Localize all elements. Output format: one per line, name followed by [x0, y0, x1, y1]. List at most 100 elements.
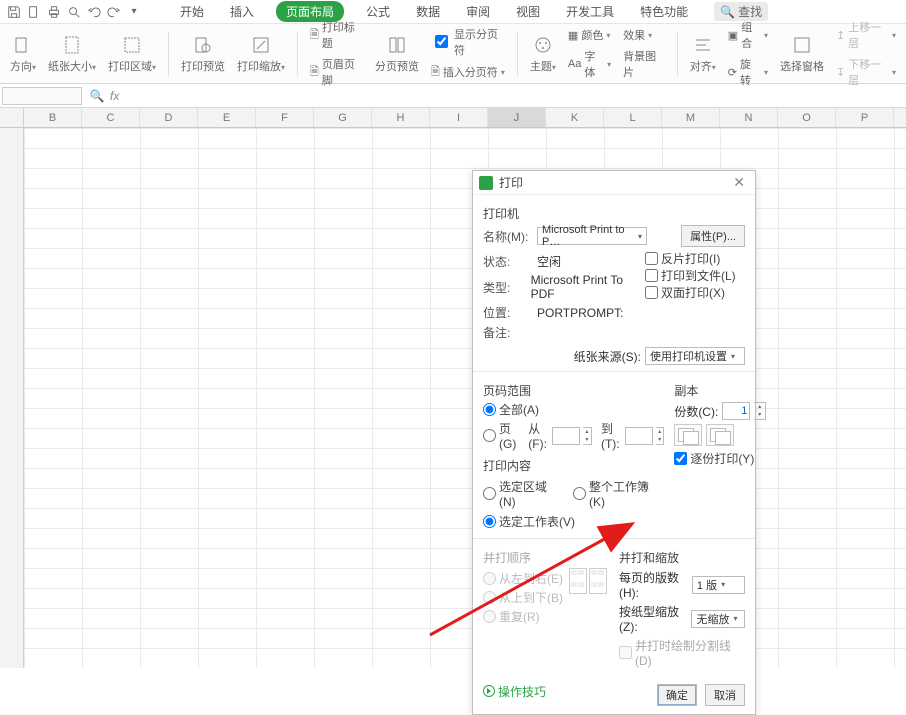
qa-dropdown-icon[interactable]: ▾: [126, 4, 142, 20]
save-icon[interactable]: [6, 4, 22, 20]
col-header[interactable]: O: [778, 108, 836, 127]
section-content: 打印内容: [483, 457, 664, 474]
papersrc-combo[interactable]: 使用打印机设置▾: [645, 347, 745, 365]
print-icon[interactable]: [46, 4, 62, 20]
tab-dev[interactable]: 开发工具: [562, 1, 618, 22]
undo-icon[interactable]: [86, 4, 102, 20]
close-icon[interactable]: ✕: [729, 174, 749, 191]
showbreaks-checkbox[interactable]: [435, 35, 448, 48]
new-icon[interactable]: [26, 4, 42, 20]
where-value: PORTPROMPT:: [537, 306, 623, 320]
from-input[interactable]: [552, 427, 580, 445]
tips-link[interactable]: 操作技巧: [483, 683, 546, 700]
search-icon: 🔍: [720, 5, 735, 19]
order-lr-radio: 从左到右(E): [483, 570, 563, 587]
col-header[interactable]: B: [24, 108, 82, 127]
col-header[interactable]: C: [82, 108, 140, 127]
tab-start[interactable]: 开始: [176, 1, 208, 22]
redo-icon[interactable]: [106, 4, 122, 20]
col-header[interactable]: N: [720, 108, 778, 127]
tab-review[interactable]: 审阅: [462, 1, 494, 22]
scale-combo[interactable]: 无缩放▾: [691, 610, 745, 628]
printer-name-combo[interactable]: Microsoft Print to P…▾: [537, 227, 647, 245]
chevron-down-icon: ▾: [638, 232, 642, 241]
ribbon-theme-label: 主题: [530, 61, 552, 73]
reverse-print-checkbox[interactable]: 反片打印(I): [645, 250, 745, 267]
perpage-combo[interactable]: 1 版▾: [692, 576, 745, 594]
drawlines-checkbox: 并打时绘制分割线(D): [619, 637, 745, 668]
collate-checkbox[interactable]: 逐份打印(Y): [674, 450, 774, 467]
ribbon-printscale[interactable]: 打印缩放▾: [233, 34, 289, 74]
ribbon-align-label: 对齐: [690, 61, 712, 73]
select-all-corner[interactable]: [0, 108, 24, 127]
tab-view[interactable]: 视图: [512, 1, 544, 22]
col-header[interactable]: G: [314, 108, 372, 127]
from-spinner[interactable]: ▴▾: [583, 427, 591, 445]
content-sheets-radio[interactable]: 选定工作表(V): [483, 513, 664, 530]
dialog-titlebar[interactable]: 打印 ✕: [473, 171, 755, 195]
to-input[interactable]: [625, 427, 653, 445]
ribbon-rotate[interactable]: ⟳旋转▾: [728, 55, 768, 89]
ribbon-papersize[interactable]: 纸张大小▾: [44, 34, 100, 74]
col-header[interactable]: P: [836, 108, 894, 127]
ribbon-printtitle[interactable]: 🗎打印标题: [310, 18, 363, 52]
tab-data[interactable]: 数据: [412, 1, 444, 22]
ribbon-printscale-label: 打印缩放: [237, 61, 281, 73]
status-label: 状态:: [483, 253, 533, 270]
orientation-icon: [12, 34, 34, 56]
to-spinner[interactable]: ▴▾: [656, 427, 664, 445]
ribbon: 方向▾ 纸张大小▾ 打印区域▾ 打印预览 打印缩放▾ 🗎打印标题 🗎页眉页脚 分…: [0, 24, 906, 84]
range-pages-radio[interactable]: 页(G) 从(F): ▴▾ 到(T): ▴▾: [483, 420, 664, 451]
col-header[interactable]: K: [546, 108, 604, 127]
row-headers[interactable]: [0, 128, 24, 668]
ribbon-showbreaks[interactable]: 显示分页符: [431, 25, 505, 59]
properties-button[interactable]: 属性(P)...: [681, 225, 745, 247]
col-header[interactable]: L: [604, 108, 662, 127]
ribbon-splitpreview-label: 分页预览: [375, 58, 419, 74]
printarea-icon: [121, 34, 143, 56]
ribbon-splitpreview[interactable]: 分页预览: [371, 34, 423, 74]
play-icon: [483, 685, 495, 697]
preview-icon[interactable]: [66, 4, 82, 20]
ribbon-direction[interactable]: 方向▾: [6, 34, 40, 74]
content-workbook-radio[interactable]: 整个工作簿(K): [573, 478, 664, 509]
ribbon-color[interactable]: ▦颜色▾: [568, 26, 611, 44]
ribbon-insertbreak[interactable]: 🗎插入分页符▾: [431, 62, 505, 83]
papersize-icon: [61, 34, 83, 56]
content-selection-radio[interactable]: 选定区域(N): [483, 478, 563, 509]
collate-preview-icon: [706, 424, 734, 446]
group-icon: ▣: [728, 29, 738, 42]
range-all-radio[interactable]: 全部(A): [483, 401, 664, 418]
col-header[interactable]: E: [198, 108, 256, 127]
ribbon-align[interactable]: 对齐▾: [686, 34, 720, 74]
ribbon-bgpic[interactable]: 背景图片: [623, 47, 665, 81]
zoom-icon[interactable]: 🔍: [88, 87, 106, 105]
tab-insert[interactable]: 插入: [226, 1, 258, 22]
ribbon-printpreview[interactable]: 打印预览: [177, 34, 229, 74]
cancel-button[interactable]: 取消: [705, 684, 745, 706]
col-header-active[interactable]: J: [488, 108, 546, 127]
ribbon-printarea[interactable]: 打印区域▾: [104, 34, 160, 74]
fx-label[interactable]: fx: [110, 89, 119, 103]
copies-spinner[interactable]: ▴▾: [754, 402, 766, 420]
copies-input[interactable]: [722, 402, 750, 420]
col-header[interactable]: H: [372, 108, 430, 127]
printpreview-icon: [192, 34, 214, 56]
name-box[interactable]: [2, 87, 82, 105]
ribbon-selpane[interactable]: 选择窗格: [776, 34, 828, 74]
col-header[interactable]: I: [430, 108, 488, 127]
ok-button[interactable]: 确定: [657, 684, 697, 706]
print-to-file-checkbox[interactable]: 打印到文件(L): [645, 267, 745, 284]
ribbon-headerfooter[interactable]: 🗎页眉页脚: [310, 55, 363, 89]
section-range: 页码范围: [483, 382, 664, 399]
chevron-down-icon: ▾: [721, 580, 725, 589]
duplex-checkbox[interactable]: 双面打印(X): [645, 284, 745, 301]
ribbon-font[interactable]: Aa字体▾: [568, 47, 611, 81]
ribbon-group-btn[interactable]: ▣组合▾: [728, 18, 768, 52]
col-header[interactable]: F: [256, 108, 314, 127]
ribbon-effect[interactable]: 效果▾: [623, 26, 665, 44]
ribbon-theme[interactable]: 主题▾: [526, 34, 560, 74]
tab-special[interactable]: 特色功能: [636, 1, 692, 22]
col-header[interactable]: M: [662, 108, 720, 127]
col-header[interactable]: D: [140, 108, 198, 127]
